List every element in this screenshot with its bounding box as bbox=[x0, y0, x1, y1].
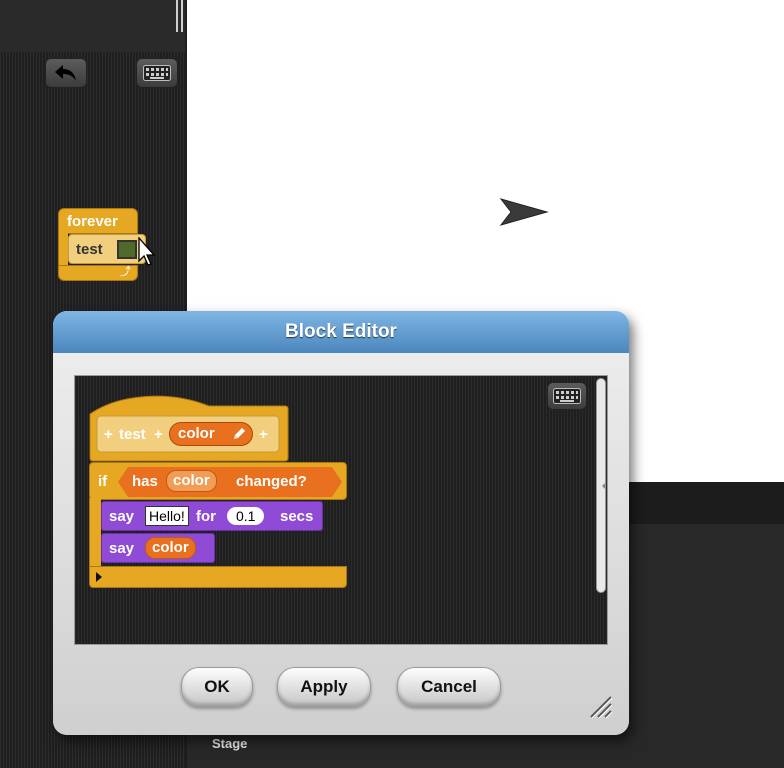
forever-block-footer: ⤴ bbox=[58, 265, 138, 281]
say-label: say bbox=[109, 508, 135, 525]
keyboard-button[interactable] bbox=[136, 58, 178, 88]
mouse-cursor-icon bbox=[138, 237, 156, 266]
if-block[interactable]: if has color changed? say Hello! for 0.1… bbox=[89, 462, 347, 590]
dialog-title: Block Editor bbox=[285, 321, 397, 342]
if-label: if bbox=[98, 473, 108, 490]
has-label: has bbox=[132, 473, 158, 490]
resize-handle-icon[interactable] bbox=[587, 693, 613, 719]
forever-block-header: forever bbox=[58, 208, 138, 234]
dialog-header[interactable]: Block Editor bbox=[53, 311, 629, 353]
if-block-footer bbox=[89, 566, 347, 588]
editor-canvas[interactable]: + test + color + if has color changed? s… bbox=[74, 375, 608, 645]
block-editor-dialog: Block Editor + test + color + if has col… bbox=[53, 311, 629, 735]
pencil-icon bbox=[234, 428, 245, 439]
prototype-plus[interactable]: + bbox=[259, 426, 268, 443]
apply-button[interactable]: Apply bbox=[277, 667, 371, 707]
prototype-plus[interactable]: + bbox=[154, 426, 163, 443]
keyboard-icon bbox=[553, 388, 581, 404]
test-block-label: test bbox=[76, 241, 103, 258]
top-bar bbox=[0, 0, 185, 52]
undo-button[interactable] bbox=[45, 58, 87, 88]
cancel-button[interactable]: Cancel bbox=[397, 667, 501, 707]
block-drop-arrow-icon bbox=[96, 572, 102, 582]
ok-button[interactable]: OK bbox=[181, 667, 253, 707]
if-block-header: if has color changed? bbox=[89, 462, 347, 500]
say-label: say bbox=[109, 540, 135, 557]
color-parameter[interactable]: color bbox=[169, 422, 253, 446]
forever-block-arm bbox=[58, 233, 68, 267]
pane-divider-grip[interactable] bbox=[176, 0, 178, 32]
pane-divider-grip[interactable] bbox=[181, 0, 183, 32]
say-text-slot[interactable]: Hello! bbox=[145, 506, 189, 526]
stage-label[interactable]: Stage bbox=[212, 736, 247, 751]
undo-icon bbox=[55, 65, 76, 81]
prototype-name[interactable]: test bbox=[119, 426, 146, 443]
say-block[interactable]: say color bbox=[101, 533, 215, 563]
color-variable[interactable]: color bbox=[145, 537, 196, 559]
editor-scrollbar[interactable] bbox=[596, 378, 606, 593]
color-variable[interactable]: color bbox=[166, 470, 217, 492]
sprite-arrow-icon[interactable] bbox=[499, 197, 549, 227]
color-swatch[interactable] bbox=[117, 240, 137, 259]
dialog-body: + test + color + if has color changed? s… bbox=[53, 353, 629, 735]
loop-arrow-icon: ⤴ bbox=[120, 266, 131, 278]
custom-block-definition[interactable]: + test + color + bbox=[89, 390, 289, 462]
secs-slot[interactable]: 0.1 bbox=[227, 507, 265, 525]
has-changed-predicate[interactable]: has color changed? bbox=[118, 467, 342, 497]
changed-label: changed? bbox=[236, 473, 307, 490]
keyboard-icon bbox=[143, 65, 171, 81]
test-block[interactable]: test bbox=[68, 234, 146, 264]
forever-label: forever bbox=[67, 213, 118, 230]
keyboard-button[interactable] bbox=[547, 382, 587, 410]
say-for-secs-block[interactable]: say Hello! for 0.1 secs bbox=[101, 501, 323, 531]
for-label: for bbox=[196, 508, 216, 525]
secs-label: secs bbox=[280, 508, 314, 525]
prototype-plus[interactable]: + bbox=[104, 426, 113, 443]
if-block-arm bbox=[89, 498, 101, 570]
color-parameter-label: color bbox=[178, 425, 215, 442]
